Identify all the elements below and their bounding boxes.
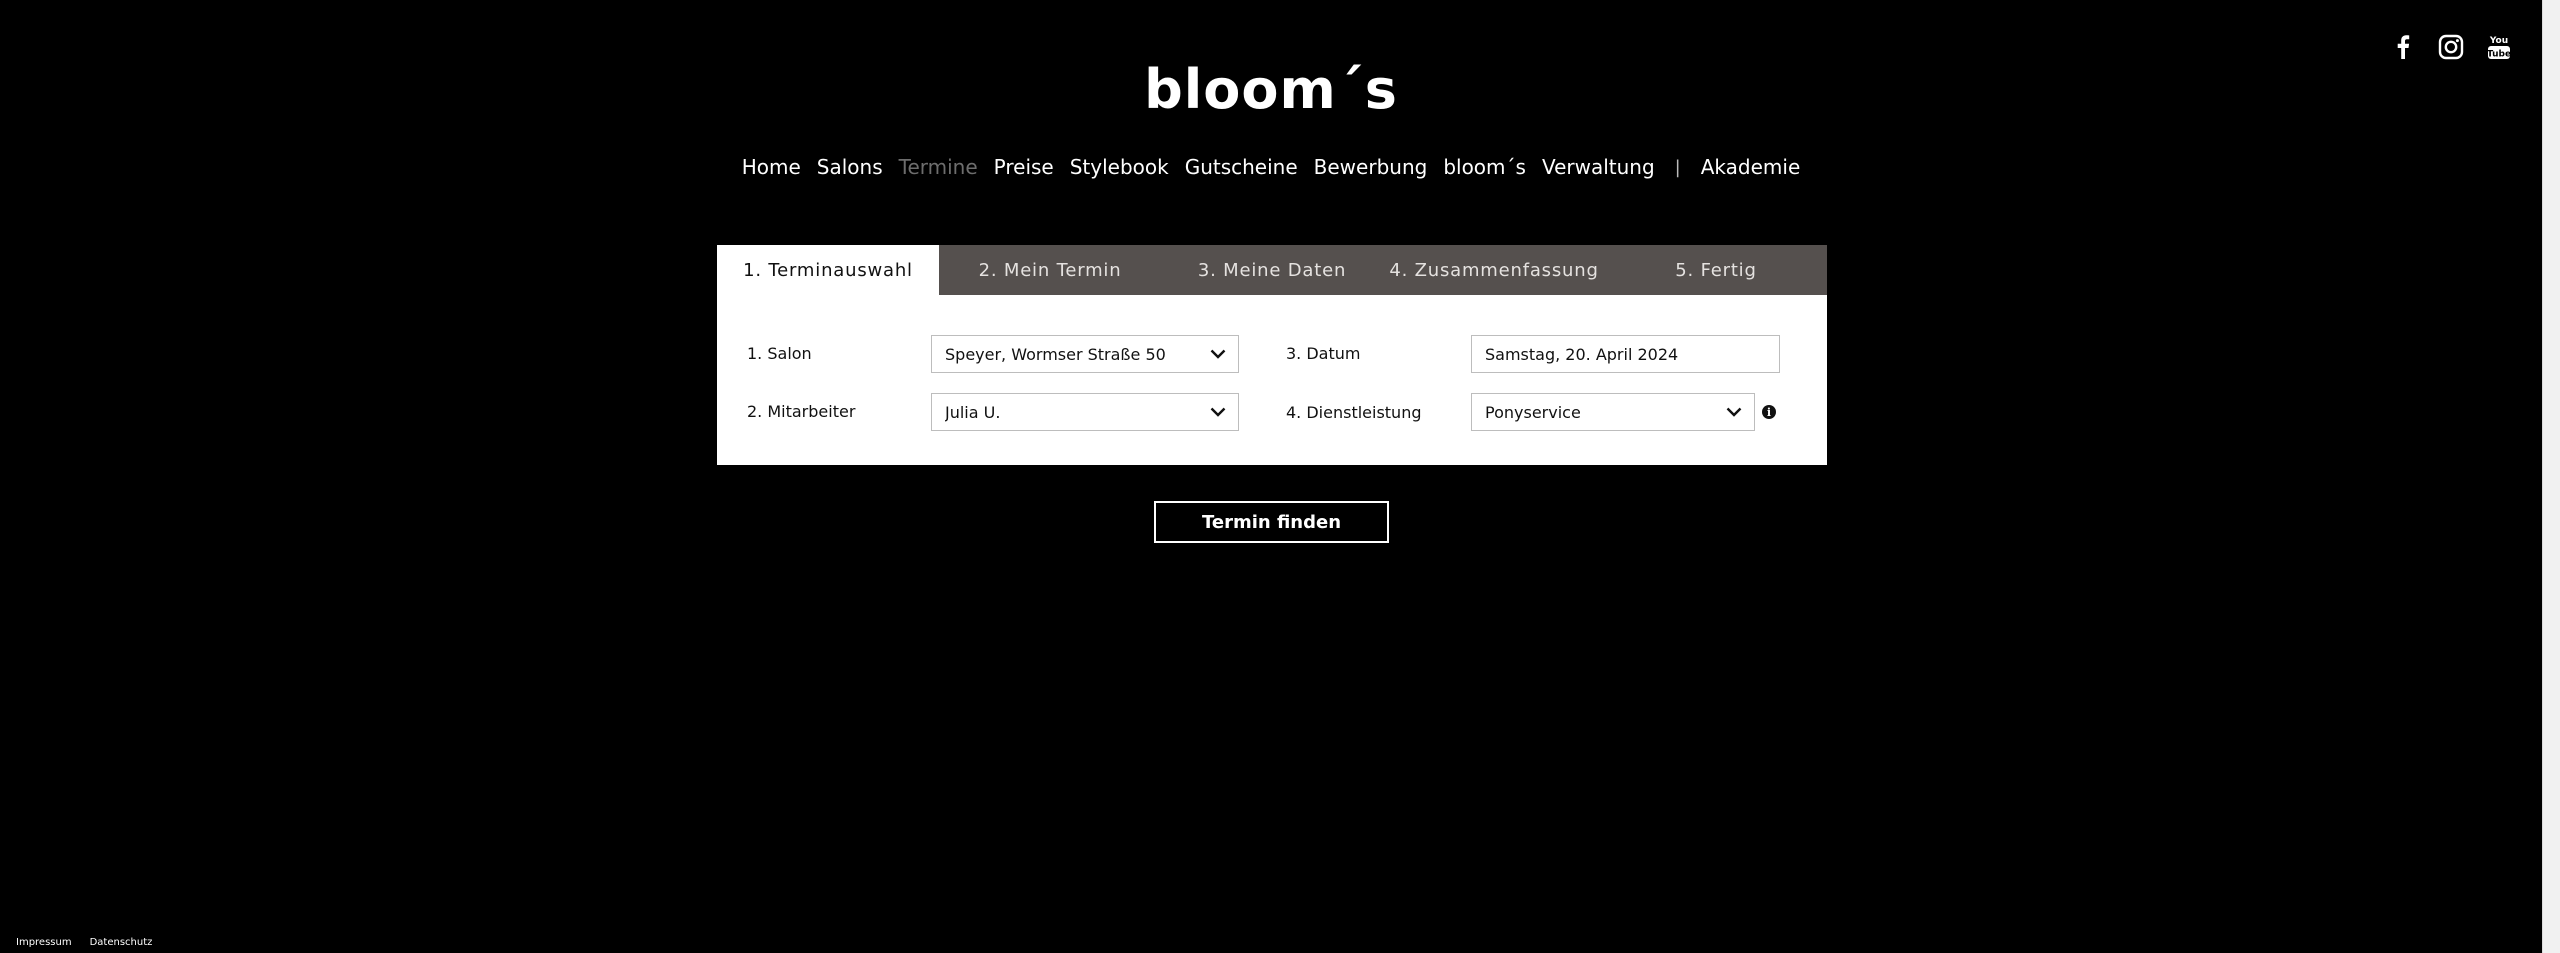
step-tab-fertig[interactable]: 5. Fertig: [1605, 245, 1827, 295]
nav-item-verwaltung[interactable]: Verwaltung: [1542, 155, 1655, 179]
step-tab-terminauswahl[interactable]: 1. Terminauswahl: [717, 245, 939, 295]
nav-item-bewerbung[interactable]: Bewerbung: [1314, 155, 1428, 179]
chevron-down-icon: [1198, 407, 1238, 417]
nav-item-stylebook[interactable]: Stylebook: [1070, 155, 1169, 179]
salon-label: 1. Salon: [747, 344, 812, 363]
chevron-down-icon: [1198, 349, 1238, 359]
impressum-link[interactable]: Impressum: [16, 937, 72, 948]
nav-item-termine[interactable]: Termine: [899, 155, 978, 179]
step-tab-zusammenfassung[interactable]: 4. Zusammenfassung: [1383, 245, 1605, 295]
nav-item-akademie[interactable]: Akademie: [1701, 155, 1801, 179]
nav-item-preise[interactable]: Preise: [994, 155, 1054, 179]
mitarbeiter-label: 2. Mitarbeiter: [747, 402, 856, 421]
dienstleistung-value: Ponyservice: [1485, 402, 1581, 422]
mitarbeiter-select[interactable]: Julia U.: [931, 393, 1239, 431]
brand-logo[interactable]: bloom´s: [0, 58, 2542, 121]
datum-value: Samstag, 20. April 2024: [1485, 344, 1679, 364]
datum-input[interactable]: Samstag, 20. April 2024: [1471, 335, 1780, 373]
step-tab-mein-termin[interactable]: 2. Mein Termin: [939, 245, 1161, 295]
mitarbeiter-value: Julia U.: [945, 402, 1001, 422]
booking-form: 1. Salon Speyer, Wormser Straße 50 2. Mi…: [717, 295, 1827, 465]
main-nav: Home Salons Termine Preise Stylebook Gut…: [0, 155, 2542, 179]
info-icon[interactable]: i: [1762, 405, 1776, 419]
salon-select[interactable]: Speyer, Wormser Straße 50: [931, 335, 1239, 373]
booking-panel: 1. Terminauswahl 2. Mein Termin 3. Meine…: [717, 245, 1827, 465]
nav-item-home[interactable]: Home: [742, 155, 801, 179]
dienstleistung-label: 4. Dienstleistung: [1286, 403, 1422, 422]
footer-links: Impressum Datenschutz: [16, 937, 152, 948]
dienstleistung-select[interactable]: Ponyservice: [1471, 393, 1755, 431]
termin-finden-button[interactable]: Termin finden: [1154, 501, 1389, 543]
svg-text:You: You: [2489, 36, 2508, 46]
step-tab-meine-daten[interactable]: 3. Meine Daten: [1161, 245, 1383, 295]
datum-label: 3. Datum: [1286, 344, 1361, 363]
salon-value: Speyer, Wormser Straße 50: [945, 344, 1166, 364]
nav-item-blooms[interactable]: bloom´s: [1443, 155, 1526, 179]
nav-separator: |: [1674, 156, 1681, 178]
booking-steps: 1. Terminauswahl 2. Mein Termin 3. Meine…: [717, 245, 1827, 295]
chevron-down-icon: [1714, 407, 1754, 417]
nav-item-gutscheine[interactable]: Gutscheine: [1185, 155, 1298, 179]
nav-item-salons[interactable]: Salons: [817, 155, 883, 179]
datenschutz-link[interactable]: Datenschutz: [90, 937, 153, 948]
page-scrollbar[interactable]: [2542, 0, 2560, 953]
